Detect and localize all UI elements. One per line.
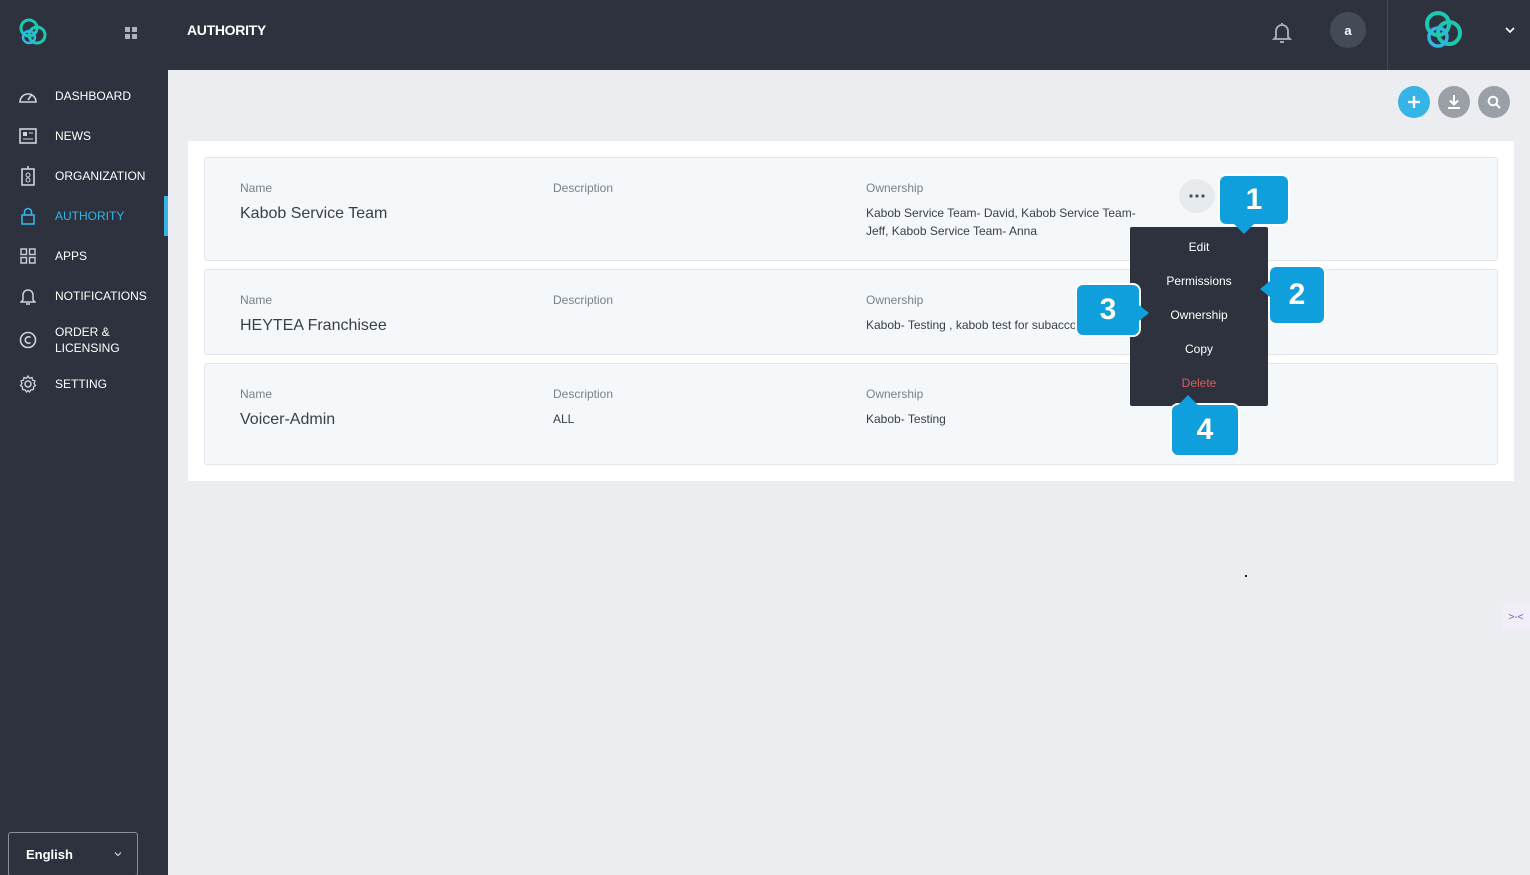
role-name: Voicer-Admin [240,411,336,428]
callout-2: 2 [1260,265,1326,325]
label-line-1: ORDER & [55,325,110,339]
dashboard-icon [18,86,38,106]
menu-item-ownership[interactable]: Ownership [1130,308,1268,322]
sidebar-item-label: ORGANIZATION [55,169,146,183]
sidebar-item-authority[interactable]: AUTHORITY [0,196,168,236]
menu-item-copy[interactable]: Copy [1130,342,1268,356]
stray-dot [1245,575,1247,577]
language-select[interactable]: English [8,832,138,875]
sidebar-item-label: ORDER & LICENSING [55,324,145,356]
role-name: HEYTEA Franchisee [240,317,387,334]
name-label: Name [240,387,273,401]
sidebar-item-organization[interactable]: ORGANIZATION [0,156,168,196]
page-title: AUTHORITY [187,22,266,38]
sidebar-item-label: SETTING [55,377,108,391]
chevron-down-icon[interactable] [1504,24,1516,36]
news-icon [18,126,38,146]
label-line-2: LICENSING [55,341,120,355]
callout-3: 3 [1075,283,1149,337]
sidebar-nav: DASHBOARD NEWS ORGANIZATION AUTHORITY AP… [0,76,168,404]
brand-logo[interactable] [1418,8,1470,54]
side-widget[interactable]: >-< [1502,603,1530,631]
bell-icon [18,286,38,306]
notification-bell-icon[interactable] [1270,20,1294,44]
sidebar-item-label: AUTHORITY [55,209,125,223]
avatar[interactable]: a [1330,12,1366,48]
ownership-label: Ownership [866,387,924,401]
lock-icon [18,206,38,226]
sidebar-item-label: NOTIFICATIONS [55,289,147,303]
download-icon [1448,95,1460,109]
sidebar-item-label: DASHBOARD [55,89,132,103]
name-label: Name [240,181,273,195]
callout-1: 1 [1218,174,1290,234]
ownership-label: Ownership [866,293,924,307]
copyright-icon [18,330,38,350]
header-divider [1387,0,1388,70]
sidebar-item-setting[interactable]: SETTING [0,364,168,404]
chevron-down-icon [114,852,122,857]
role-name: Kabob Service Team [240,205,388,222]
app-logo[interactable] [16,16,50,50]
sidebar-item-order-licensing[interactable]: ORDER & LICENSING [0,316,168,364]
sidebar-item-apps[interactable]: APPS [0,236,168,276]
ownership-label: Ownership [866,181,924,195]
role-card[interactable]: Name Kabob Service Team Description Owne… [204,157,1498,261]
top-header: AUTHORITY a [168,0,1530,70]
download-button[interactable] [1438,86,1470,118]
grid-menu-icon[interactable] [124,26,138,40]
plus-icon [1408,96,1420,108]
sidebar-item-notifications[interactable]: NOTIFICATIONS [0,276,168,316]
menu-item-edit[interactable]: Edit [1130,240,1268,254]
actions-menu: Edit Permissions Ownership Copy Delete [1130,227,1268,406]
organization-icon [18,166,38,186]
role-ownership: Kabob Service Team- David, Kabob Service… [866,206,1136,238]
sidebar-item-label: NEWS [55,129,91,143]
apps-icon [18,246,38,266]
ellipsis-icon [1189,194,1205,198]
role-card[interactable]: Name Voicer-Admin Description ALL Owners… [204,363,1498,465]
role-description: ALL [553,412,575,426]
sidebar: DASHBOARD NEWS ORGANIZATION AUTHORITY AP… [0,0,168,875]
description-label: Description [553,293,614,307]
sidebar-item-dashboard[interactable]: DASHBOARD [0,76,168,116]
sidebar-item-label: APPS [55,249,88,263]
language-value: English [26,846,73,862]
description-label: Description [553,387,614,401]
gear-icon [18,374,38,394]
role-ownership: Kabob- Testing [866,412,946,426]
search-icon [1487,95,1501,109]
menu-item-permissions[interactable]: Permissions [1130,274,1268,288]
sidebar-item-news[interactable]: NEWS [0,116,168,156]
add-button[interactable] [1398,86,1430,118]
more-actions-button[interactable] [1179,179,1215,213]
name-label: Name [240,293,273,307]
menu-item-delete[interactable]: Delete [1130,376,1268,390]
callout-4: 4 [1170,395,1240,457]
description-label: Description [553,181,614,195]
search-button[interactable] [1478,86,1510,118]
